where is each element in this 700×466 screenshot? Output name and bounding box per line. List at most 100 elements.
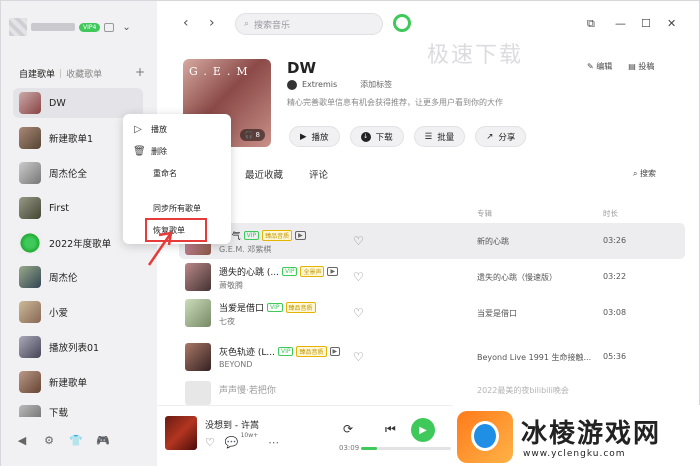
sidebar-item-label: 新建歌单1	[49, 134, 94, 145]
now-playing-title[interactable]: 没想到 - 许嵩	[205, 418, 259, 431]
vip-tag: VIP	[267, 303, 283, 312]
song-thumb	[185, 343, 211, 371]
edit-button[interactable]: ✎ 编辑	[587, 61, 612, 72]
submit-button[interactable]: ▤ 投稿	[628, 61, 654, 72]
song-row[interactable]: 遗失的心跳 (... VIP 全景声 ▶ 萧敬腾 ♡ 遗失的心跳（慢速版） 03…	[179, 259, 685, 295]
song-album[interactable]: Beyond Live 1991 生命接触...	[477, 352, 591, 363]
ad-overlay[interactable]: 冰棱游戏网 www.yclengku.com	[453, 405, 700, 466]
app-window: VIP4 ⌄ 自建歌单 | 收藏歌单 + DW 新建歌单1 周杰伦全 First	[0, 0, 700, 466]
mini-mode-icon[interactable]: ⧉	[587, 17, 595, 31]
skin-shirt-icon[interactable]: 👕	[69, 433, 83, 447]
repeat-icon[interactable]: ⟳	[343, 422, 353, 436]
like-heart-icon[interactable]: ♡	[205, 436, 215, 449]
song-title: 灰色轨迹 (L...	[219, 348, 275, 358]
back-arrow-icon[interactable]: ‹	[183, 15, 189, 31]
playlist-thumb	[19, 301, 41, 323]
tab-collected-playlists[interactable]: 收藏歌单	[66, 67, 102, 80]
song-album[interactable]: 2022最美的夜bilibili晚会	[477, 385, 569, 396]
member-badge-icon[interactable]	[104, 22, 115, 32]
menu-item-sync[interactable]: 同步所有歌单	[153, 203, 201, 214]
maximize-icon[interactable]: ☐	[641, 17, 651, 30]
song-artist[interactable]: 七夜	[219, 316, 235, 327]
more-icon[interactable]: ⋯	[268, 436, 279, 449]
song-album[interactable]: 当爱是借口	[477, 308, 517, 319]
add-playlist-icon[interactable]: +	[135, 65, 145, 79]
song-title-line: 遗失的心跳 (... VIP 全景声 ▶	[219, 265, 339, 278]
comment-icon[interactable]: 💬	[225, 436, 239, 449]
download-button[interactable]: ↓ 下载	[349, 126, 404, 147]
menu-item-rename[interactable]: 重命名	[153, 168, 177, 179]
song-row[interactable]: 灰色轨迹 (L... VIP 臻品音质 ▶ BEYOND ♡ Beyond Li…	[179, 339, 685, 375]
game-controller-icon[interactable]: 🎮	[96, 433, 110, 447]
share-button[interactable]: ↗ 分享	[475, 126, 527, 147]
owner-avatar[interactable]	[287, 79, 297, 90]
user-name	[31, 23, 75, 31]
tab-comments[interactable]: 评论	[309, 167, 328, 181]
song-title: 当爱是借口	[219, 304, 265, 314]
song-title-line: ...气 VIP 臻品音质 ▶	[223, 229, 306, 242]
song-thumb	[185, 299, 211, 327]
owner-name[interactable]: Extremis	[302, 80, 337, 89]
heart-icon[interactable]: ♡	[353, 306, 364, 320]
play-icon: ▶	[300, 131, 307, 142]
sidebar-item-label: 周杰伦全	[49, 169, 88, 180]
share-icon: ↗	[486, 131, 494, 142]
forward-arrow-icon[interactable]: ›	[209, 15, 215, 31]
mv-tag-icon[interactable]: ▶	[329, 347, 341, 356]
listener-count-value: 8	[255, 131, 260, 139]
close-icon[interactable]: ✕	[667, 17, 676, 30]
play-all-button[interactable]: ▶ 播放	[289, 126, 340, 147]
song-album[interactable]: 新的心跳	[477, 236, 509, 247]
user-row[interactable]: VIP4 ⌄	[9, 17, 131, 37]
heart-icon[interactable]: ♡	[353, 270, 364, 284]
heart-icon[interactable]: ♡	[353, 234, 364, 248]
app-logo-icon[interactable]	[393, 14, 411, 32]
sidebar-item-list-01[interactable]: 播放列表01	[13, 332, 143, 362]
song-artist[interactable]: G.E.M. 邓紫棋	[219, 244, 271, 255]
tab-created-playlists[interactable]: 自建歌单	[19, 67, 55, 80]
progress-bar[interactable]	[361, 447, 451, 450]
menu-item-delete[interactable]: 🗑 删除	[133, 146, 167, 157]
menu-item-label: 同步所有歌单	[153, 204, 201, 213]
song-artist[interactable]: 萧敬腾	[219, 280, 243, 291]
now-playing-cover[interactable]	[165, 416, 197, 450]
play-outline-icon: ▷	[134, 124, 142, 135]
ad-url: www.yclengku.com	[523, 449, 626, 459]
sidebar-item-new[interactable]: 新建歌单	[13, 367, 143, 397]
song-row[interactable]: 当爱是借口 VIP 臻品音质 七夜 ♡ 当爱是借口 03:08	[179, 295, 685, 331]
batch-button[interactable]: ☰ 批量	[413, 126, 466, 147]
sidebar-item-xiaoai[interactable]: 小爱	[13, 297, 143, 327]
play-pause-button[interactable]: ▶	[411, 418, 435, 442]
song-row[interactable]: ...气 VIP 臻品音质 ▶ G.E.M. 邓紫棋 ♡ 新的心跳 03:26	[179, 223, 685, 259]
sidebar-item-download[interactable]: 下载	[13, 401, 143, 417]
mv-tag-icon[interactable]: ▶	[327, 267, 339, 276]
tab-recent[interactable]: 最近收藏	[245, 167, 283, 181]
sidebar-item-dw[interactable]: DW	[13, 88, 143, 118]
back-circle-icon[interactable]: ◀	[15, 433, 29, 447]
playlist-description[interactable]: 精心完善歌单信息有机会获得推荐，让更多用户看到你的大作	[287, 97, 503, 108]
settings-gear-icon[interactable]: ⚙	[42, 433, 56, 447]
ad-title: 冰棱游戏网	[521, 419, 662, 449]
mv-tag-icon[interactable]: ▶	[295, 231, 306, 240]
previous-icon[interactable]: ⏮	[385, 422, 396, 437]
chevron-down-icon[interactable]: ⌄	[122, 22, 130, 33]
vip-badge[interactable]: VIP4	[79, 22, 101, 32]
vip-tag: VIP	[281, 267, 298, 276]
playlist-title: DW	[287, 59, 316, 77]
search-input[interactable]: ⌕ 搜索音乐	[235, 13, 383, 35]
cover-text: G.E.M	[189, 65, 254, 78]
minimize-icon[interactable]: —	[615, 17, 626, 30]
playlist-thumb	[19, 405, 41, 417]
song-album[interactable]: 遗失的心跳（慢速版）	[477, 272, 557, 283]
add-tag-link[interactable]: 添加标签	[360, 79, 392, 90]
menu-item-label: 删除	[151, 147, 167, 156]
edit-label: 编辑	[596, 62, 613, 71]
menu-item-play[interactable]: ▷ 播放	[133, 124, 167, 135]
sidebar-item-jay[interactable]: 周杰伦	[13, 262, 143, 292]
main-panel: ‹ › ⌕ 搜索音乐 ⧉ — ☐ ✕ 极速下载 G.E.M 🎧 8 DW ✎ 编…	[157, 1, 699, 466]
quality-tag: 臻品音质	[285, 302, 316, 313]
list-search-button[interactable]: ⌕ 搜索	[633, 168, 656, 179]
song-artist[interactable]: BEYOND	[219, 360, 252, 369]
heart-icon[interactable]: ♡	[353, 350, 364, 364]
user-avatar[interactable]	[9, 18, 27, 36]
